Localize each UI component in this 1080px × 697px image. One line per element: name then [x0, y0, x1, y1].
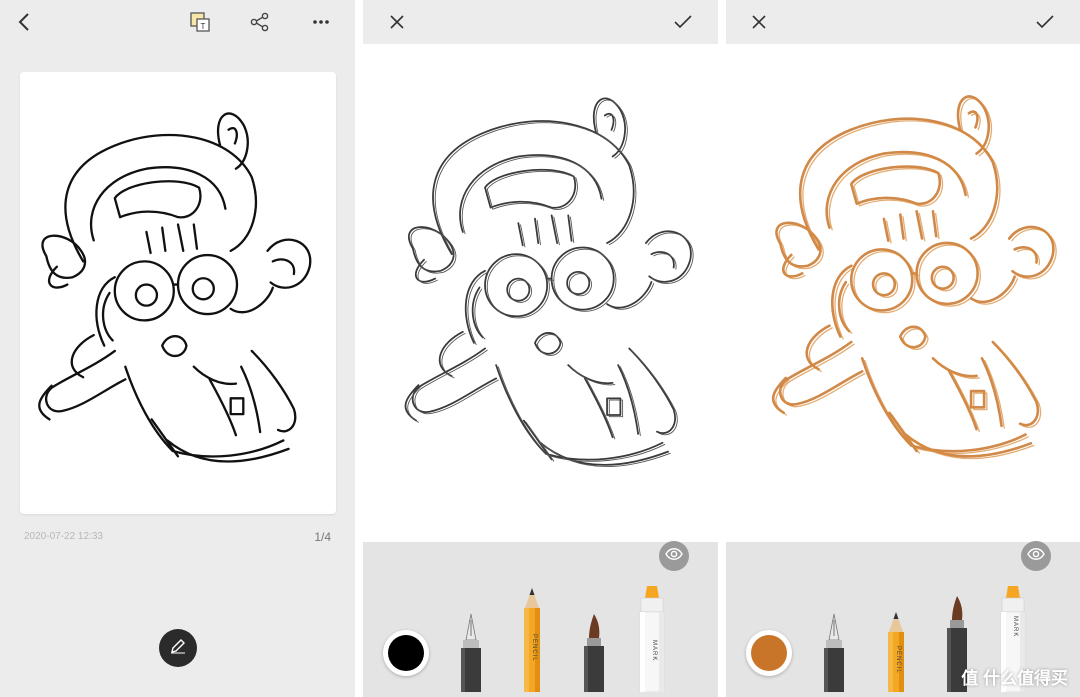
marker-tool[interactable]: MARK	[635, 586, 669, 697]
editor-top-bar	[363, 0, 718, 44]
fountain-pen-tool[interactable]	[456, 612, 486, 697]
drawing-canvas[interactable]	[726, 44, 1080, 542]
back-button[interactable]	[8, 6, 40, 38]
fountain-pen-tool[interactable]	[819, 612, 849, 697]
close-icon	[752, 15, 766, 29]
pencil-label: PENCIL	[531, 634, 537, 662]
marker-label: MARK	[651, 640, 657, 662]
current-color-swatch	[751, 635, 787, 671]
toggle-visibility-button[interactable]	[659, 541, 689, 571]
close-button[interactable]	[743, 6, 775, 38]
editor-orange-panel: PENCIL MARK 值 什么值得买	[726, 0, 1080, 697]
confirm-button[interactable]	[1029, 6, 1061, 38]
color-picker-button[interactable]	[383, 630, 429, 676]
scan-text-icon: T	[189, 11, 211, 33]
confirm-button[interactable]	[667, 6, 699, 38]
share-button[interactable]	[244, 6, 276, 38]
edit-button[interactable]	[159, 629, 197, 667]
check-icon	[1036, 15, 1054, 29]
svg-text:T: T	[201, 22, 206, 31]
note-timestamp: 2020-07-22 12:33	[24, 531, 103, 542]
editor-top-bar	[726, 0, 1080, 44]
pen-icon	[169, 637, 187, 660]
close-icon	[390, 15, 404, 29]
watermark: 值 什么值得买	[961, 664, 1068, 689]
toggle-visibility-button[interactable]	[1021, 541, 1051, 571]
share-icon	[249, 11, 271, 33]
color-picker-button[interactable]	[746, 630, 792, 676]
pencil-label: PENCIL	[895, 646, 901, 674]
marker-label: MARK	[1012, 616, 1018, 638]
pencil-tool[interactable]: PENCIL	[517, 588, 547, 697]
eye-icon	[665, 547, 683, 565]
pencil-tool[interactable]: PENCIL	[881, 612, 911, 697]
drawing-canvas[interactable]	[363, 44, 718, 542]
ocr-button[interactable]: T	[184, 6, 216, 38]
editor-black-panel: PENCIL MARK	[363, 0, 718, 697]
eye-icon	[1027, 547, 1045, 565]
close-button[interactable]	[381, 6, 413, 38]
check-icon	[674, 15, 692, 29]
current-color-swatch	[388, 635, 424, 671]
more-button[interactable]	[305, 6, 337, 38]
page-indicator: 1/4	[314, 530, 331, 544]
sketch-drawing	[38, 112, 312, 463]
pen-toolbox: PENCIL MARK	[363, 541, 718, 697]
pen-toolbox: PENCIL MARK 值 什么值得买	[726, 541, 1080, 697]
more-dots-icon	[312, 19, 330, 25]
note-view-panel: T 2020-07-22 12:33 1/4	[0, 0, 355, 697]
chevron-left-icon	[17, 12, 31, 32]
brush-pen-tool[interactable]	[579, 614, 609, 697]
sketch-drawing	[404, 97, 694, 468]
sketch-drawing	[771, 95, 1057, 460]
watermark-text: 值 什么值得买	[961, 669, 1068, 688]
note-page-thumbnail[interactable]	[20, 72, 336, 514]
